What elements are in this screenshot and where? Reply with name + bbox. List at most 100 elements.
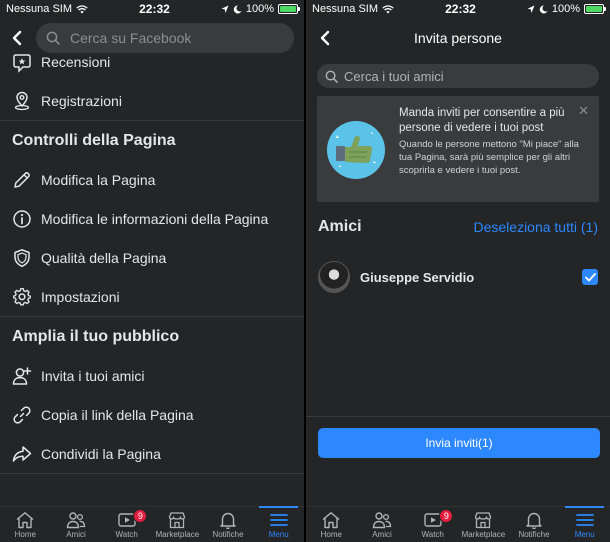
- tab-watch[interactable]: 9 Watch: [101, 507, 152, 542]
- checkmark-icon: [584, 272, 596, 281]
- search-icon: [325, 70, 338, 83]
- menu-item-edit-info[interactable]: Modifica le informazioni della Pagina: [0, 199, 304, 238]
- menu-item-reviews[interactable]: Recensioni: [0, 54, 304, 81]
- search-friends-input[interactable]: Cerca i tuoi amici: [317, 64, 599, 88]
- clock: 22:32: [445, 2, 476, 16]
- home-icon: [322, 512, 340, 529]
- friend-checkbox[interactable]: [582, 269, 598, 285]
- friends-header: Amici Deseleziona tutti (1): [306, 207, 610, 247]
- menu-item-invite-friends[interactable]: Invita i tuoi amici: [0, 356, 304, 395]
- section-title-controls: Controlli della Pagina: [12, 131, 176, 149]
- tab-label: Menu: [574, 530, 595, 539]
- link-icon: [13, 405, 31, 424]
- friend-name: Giuseppe Servidio: [360, 269, 475, 285]
- battery-percent: 100%: [551, 3, 580, 15]
- menu-item-label: Copia il link della Pagina: [41, 406, 194, 423]
- search-icon: [46, 31, 60, 45]
- add-person-icon: [12, 366, 32, 385]
- bell-icon: [526, 512, 542, 529]
- thumbs-up-icon: [336, 132, 376, 167]
- pencil-icon: [14, 171, 30, 188]
- search-placeholder: Cerca i tuoi amici: [344, 68, 444, 84]
- marketplace-icon: [475, 512, 492, 529]
- carrier-label: Nessuna SIM: [312, 3, 379, 15]
- tab-bar: Home Amici 9 Watch Marketplace Notifiche: [306, 506, 610, 542]
- location-arrow-icon: [527, 5, 535, 13]
- right-screen: Nessuna SIM 22:32 100% Invita persone Ce…: [306, 0, 610, 542]
- menu-item-page-quality[interactable]: Qualità della Pagina: [0, 238, 304, 277]
- tab-notifications[interactable]: Notifiche: [203, 507, 254, 542]
- back-button[interactable]: [8, 29, 26, 47]
- location-arrow-icon: [221, 5, 229, 13]
- back-button[interactable]: [316, 29, 334, 47]
- bell-icon: [220, 512, 236, 529]
- hamburger-icon: [269, 514, 288, 526]
- thumbs-up-illustration: [327, 121, 385, 179]
- tab-friends[interactable]: Amici: [51, 507, 102, 542]
- tab-menu[interactable]: Menu: [253, 506, 304, 542]
- notification-badge: 9: [439, 509, 454, 523]
- menu-item-settings[interactable]: Impostazioni: [0, 277, 304, 316]
- left-screen: Nessuna SIM 22:32 100% Cerca su Facebook: [0, 0, 304, 542]
- moon-icon: [539, 4, 548, 13]
- tab-label: Marketplace: [155, 530, 200, 539]
- status-bar: Nessuna SIM 22:32 100%: [306, 0, 610, 18]
- menu-item-label: Modifica le informazioni della Pagina: [41, 210, 269, 227]
- tab-label: Notifiche: [518, 530, 550, 539]
- menu-item-registrations[interactable]: Registrazioni: [0, 81, 304, 120]
- close-icon[interactable]: ✕: [578, 104, 589, 117]
- tab-label: Home: [320, 530, 342, 539]
- top-bar: Cerca su Facebook: [0, 18, 304, 58]
- menu-item-edit-page[interactable]: Modifica la Pagina: [0, 160, 304, 199]
- menu-item-copy-link[interactable]: Copia il link della Pagina: [0, 395, 304, 434]
- menu-item-label: Impostazioni: [41, 288, 120, 305]
- tab-home[interactable]: Home: [0, 507, 51, 542]
- tab-label: Notifiche: [212, 530, 244, 539]
- moon-icon: [233, 4, 242, 13]
- wifi-icon: [76, 4, 88, 13]
- menu-item-label: Registrazioni: [41, 92, 122, 109]
- tab-label: Menu: [268, 530, 289, 539]
- deselect-all-button[interactable]: Deseleziona tutti (1): [473, 219, 598, 235]
- friends-icon: [372, 512, 392, 529]
- notification-badge: 9: [133, 509, 148, 523]
- friend-row[interactable]: Giuseppe Servidio: [306, 252, 610, 302]
- promo-title: Manda inviti per consentire a più person…: [399, 107, 565, 134]
- page-menu: Recensioni Registrazioni Controlli della…: [0, 54, 304, 474]
- tab-watch[interactable]: 9 Watch: [407, 507, 458, 542]
- promo-body: Quando le persone mettono "Mi piace" all…: [399, 139, 579, 176]
- tab-label: Watch: [115, 530, 138, 539]
- location-pin-icon: [14, 91, 30, 110]
- divider: [0, 473, 304, 474]
- avatar: [318, 261, 350, 293]
- menu-item-label: Invita i tuoi amici: [41, 367, 145, 384]
- tab-bar: Home Amici 9 Watch Marketplace Notifiche: [0, 506, 304, 542]
- page-title: Invita persone: [414, 30, 502, 46]
- gear-icon: [13, 287, 31, 305]
- battery-icon: [584, 4, 606, 14]
- tab-label: Amici: [66, 530, 86, 539]
- hamburger-icon: [575, 514, 594, 526]
- bottom-action-area: Invia inviti(1): [306, 416, 610, 506]
- tab-marketplace[interactable]: Marketplace: [458, 507, 509, 542]
- search-placeholder: Cerca su Facebook: [70, 30, 192, 46]
- section-title-audience: Amplia il tuo pubblico: [12, 327, 180, 345]
- tab-marketplace[interactable]: Marketplace: [152, 507, 203, 542]
- shield-icon: [14, 248, 30, 267]
- menu-item-share-page[interactable]: Condividi la Pagina: [0, 434, 304, 473]
- menu-item-label: Modifica la Pagina: [41, 171, 156, 188]
- tab-label: Home: [14, 530, 36, 539]
- send-invites-button[interactable]: Invia inviti(1): [318, 428, 600, 458]
- tab-friends[interactable]: Amici: [357, 507, 408, 542]
- tab-menu[interactable]: Menu: [559, 506, 610, 542]
- tab-label: Marketplace: [461, 530, 506, 539]
- screenshot: Nessuna SIM 22:32 100% Cerca su Facebook: [0, 0, 610, 542]
- chevron-left-icon: [12, 30, 22, 46]
- menu-item-label: Qualità della Pagina: [41, 249, 167, 266]
- chevron-left-icon: [320, 30, 330, 46]
- tab-notifications[interactable]: Notifiche: [509, 507, 560, 542]
- share-icon: [12, 445, 32, 462]
- search-input[interactable]: Cerca su Facebook: [36, 23, 294, 53]
- tab-home[interactable]: Home: [306, 507, 357, 542]
- status-bar: Nessuna SIM 22:32 100%: [0, 0, 304, 18]
